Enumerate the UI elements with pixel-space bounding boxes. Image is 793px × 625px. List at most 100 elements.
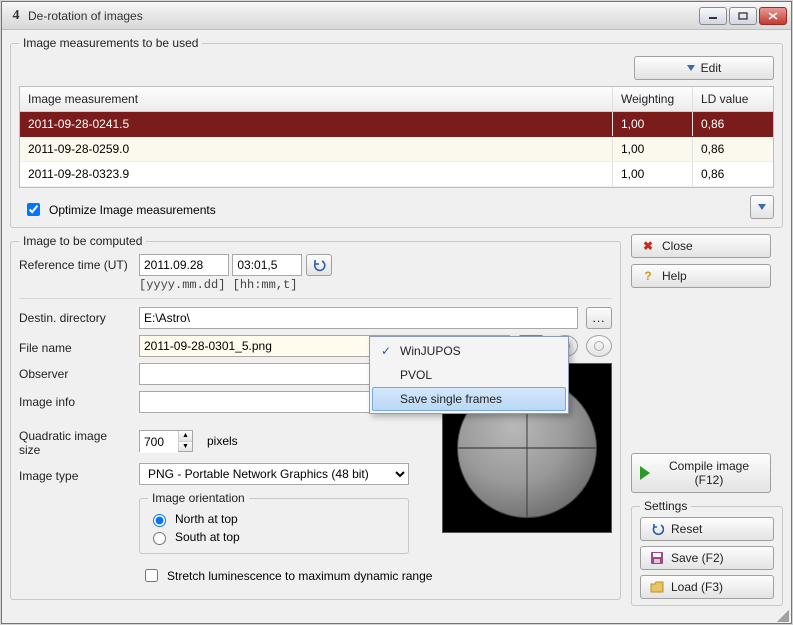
cell-ld: 0,86 <box>693 137 773 161</box>
cell-weighting: 1,00 <box>613 137 693 161</box>
menu-item-label: PVOL <box>400 368 432 382</box>
ellipsis-icon: ... <box>592 311 605 325</box>
orientation-south-label: South at top <box>175 530 240 544</box>
cell-ld: 0,86 <box>693 162 773 186</box>
compile-label: Compile image (F12) <box>656 459 762 487</box>
orientation-north-row[interactable]: North at top <box>148 511 400 527</box>
save-icon <box>649 550 665 566</box>
settings-group: Settings Reset Save (F2) <box>631 499 783 606</box>
minimize-icon <box>708 12 718 20</box>
resize-grip-area <box>2 609 791 623</box>
undo-icon <box>312 258 326 272</box>
save-button[interactable]: Save (F2) <box>640 546 774 570</box>
measurements-group: Image measurements to be used Edit Image… <box>10 36 783 228</box>
stepper-down[interactable]: ▼ <box>178 442 192 452</box>
measurements-table: Image measurement Weighting LD value 201… <box>19 86 774 188</box>
app-window: 4 De-rotation of images Image measuremen… <box>1 1 792 624</box>
col-weighting[interactable]: Weighting <box>613 87 693 111</box>
table-body: 2011-09-28-0241.5 1,00 0,86 2011-09-28-0… <box>20 112 773 187</box>
close-window-button[interactable] <box>759 7 787 25</box>
load-label: Load (F3) <box>671 580 723 594</box>
ref-time-hint: [yyyy.mm.dd] [hh:mm,t] <box>139 278 332 292</box>
stretch-checkbox-row[interactable]: Stretch luminescence to maximum dynamic … <box>141 566 432 585</box>
close-button[interactable]: ✖ Close <box>631 234 771 258</box>
orientation-group: Image orientation North at top South at … <box>139 491 409 554</box>
table-header: Image measurement Weighting LD value <box>20 87 773 112</box>
ref-time-reset-button[interactable] <box>306 254 332 276</box>
menu-item-pvol[interactable]: PVOL <box>372 363 566 387</box>
reset-label: Reset <box>671 522 702 536</box>
observer-label: Observer <box>19 363 131 381</box>
stepper-up[interactable]: ▲ <box>178 431 192 442</box>
save-label: Save (F2) <box>671 551 724 565</box>
optimize-checkbox-row[interactable]: Optimize Image measurements <box>23 200 216 219</box>
close-label: Close <box>662 239 693 253</box>
close-x-icon: ✖ <box>640 238 656 254</box>
help-button[interactable]: ? Help <box>631 264 771 288</box>
orientation-north-radio[interactable] <box>153 514 166 527</box>
ref-time-input[interactable] <box>232 254 302 276</box>
orientation-south-row[interactable]: South at top <box>148 529 400 545</box>
ref-date-input[interactable] <box>139 254 229 276</box>
optimize-checkbox[interactable] <box>27 203 40 216</box>
type-label: Image type <box>19 465 131 483</box>
table-row[interactable]: 2011-09-28-0323.9 1,00 0,86 <box>20 162 773 187</box>
size-unit: pixels <box>207 434 238 448</box>
minimize-button[interactable] <box>699 7 727 25</box>
load-button[interactable]: Load (F3) <box>640 575 774 599</box>
content-area: Image measurements to be used Edit Image… <box>2 30 791 609</box>
play-icon <box>640 466 650 480</box>
compute-legend: Image to be computed <box>19 234 146 248</box>
file-options-menu: ✓ WinJUPOS PVOL Save single frames <box>369 336 569 414</box>
menu-item-winjupos[interactable]: ✓ WinJUPOS <box>372 339 566 363</box>
cell-measurement: 2011-09-28-0323.9 <box>20 162 613 186</box>
maximize-icon <box>738 12 748 20</box>
size-label: Quadratic image size <box>19 425 131 457</box>
app-icon: 4 <box>8 8 24 24</box>
table-row[interactable]: 2011-09-28-0259.0 1,00 0,86 <box>20 137 773 162</box>
file-label: File name <box>19 337 131 355</box>
table-row[interactable]: 2011-09-28-0241.5 1,00 0,86 <box>20 112 773 137</box>
optimize-label: Optimize Image measurements <box>49 203 216 217</box>
stretch-label: Stretch luminescence to maximum dynamic … <box>167 569 432 583</box>
image-size-stepper[interactable]: ▲ ▼ <box>139 430 193 452</box>
window-title: De-rotation of images <box>28 9 699 23</box>
folder-icon <box>649 579 665 595</box>
compile-image-button[interactable]: Compile image (F12) <box>631 453 771 493</box>
chevron-down-icon <box>758 204 766 210</box>
file-action-2-button[interactable] <box>586 335 612 357</box>
dest-directory-input[interactable] <box>139 307 578 329</box>
cell-ld: 0,86 <box>693 112 773 136</box>
col-measurement[interactable]: Image measurement <box>20 87 613 111</box>
edit-button[interactable]: Edit <box>634 56 774 80</box>
menu-item-save-single-frames[interactable]: Save single frames <box>372 387 566 411</box>
stretch-checkbox[interactable] <box>145 569 158 582</box>
help-icon: ? <box>640 268 656 284</box>
image-type-select[interactable]: PNG - Portable Network Graphics (48 bit) <box>139 463 409 485</box>
orientation-south-radio[interactable] <box>153 532 166 545</box>
close-icon <box>768 12 778 20</box>
compute-group: Image to be computed Reference time (UT)… <box>10 234 621 600</box>
cell-weighting: 1,00 <box>613 112 693 136</box>
cell-measurement: 2011-09-28-0241.5 <box>20 112 613 136</box>
col-ld[interactable]: LD value <box>693 87 773 111</box>
help-label: Help <box>662 269 687 283</box>
window-controls <box>699 7 787 25</box>
menu-item-label: WinJUPOS <box>400 344 461 358</box>
maximize-button[interactable] <box>729 7 757 25</box>
info-label: Image info <box>19 391 131 409</box>
dest-label: Destin. directory <box>19 307 131 325</box>
circle-icon <box>594 341 604 351</box>
reset-button[interactable]: Reset <box>640 517 774 541</box>
edit-label: Edit <box>701 61 722 75</box>
check-icon: ✓ <box>378 343 394 359</box>
browse-directory-button[interactable]: ... <box>586 307 612 329</box>
measurements-expand-button[interactable] <box>750 195 774 219</box>
cell-measurement: 2011-09-28-0259.0 <box>20 137 613 161</box>
image-size-input[interactable] <box>140 431 178 453</box>
orientation-legend: Image orientation <box>148 491 249 505</box>
orientation-north-label: North at top <box>175 512 238 526</box>
ref-time-label: Reference time (UT) <box>19 254 131 272</box>
resize-grip[interactable] <box>777 610 789 622</box>
reset-icon <box>649 521 665 537</box>
